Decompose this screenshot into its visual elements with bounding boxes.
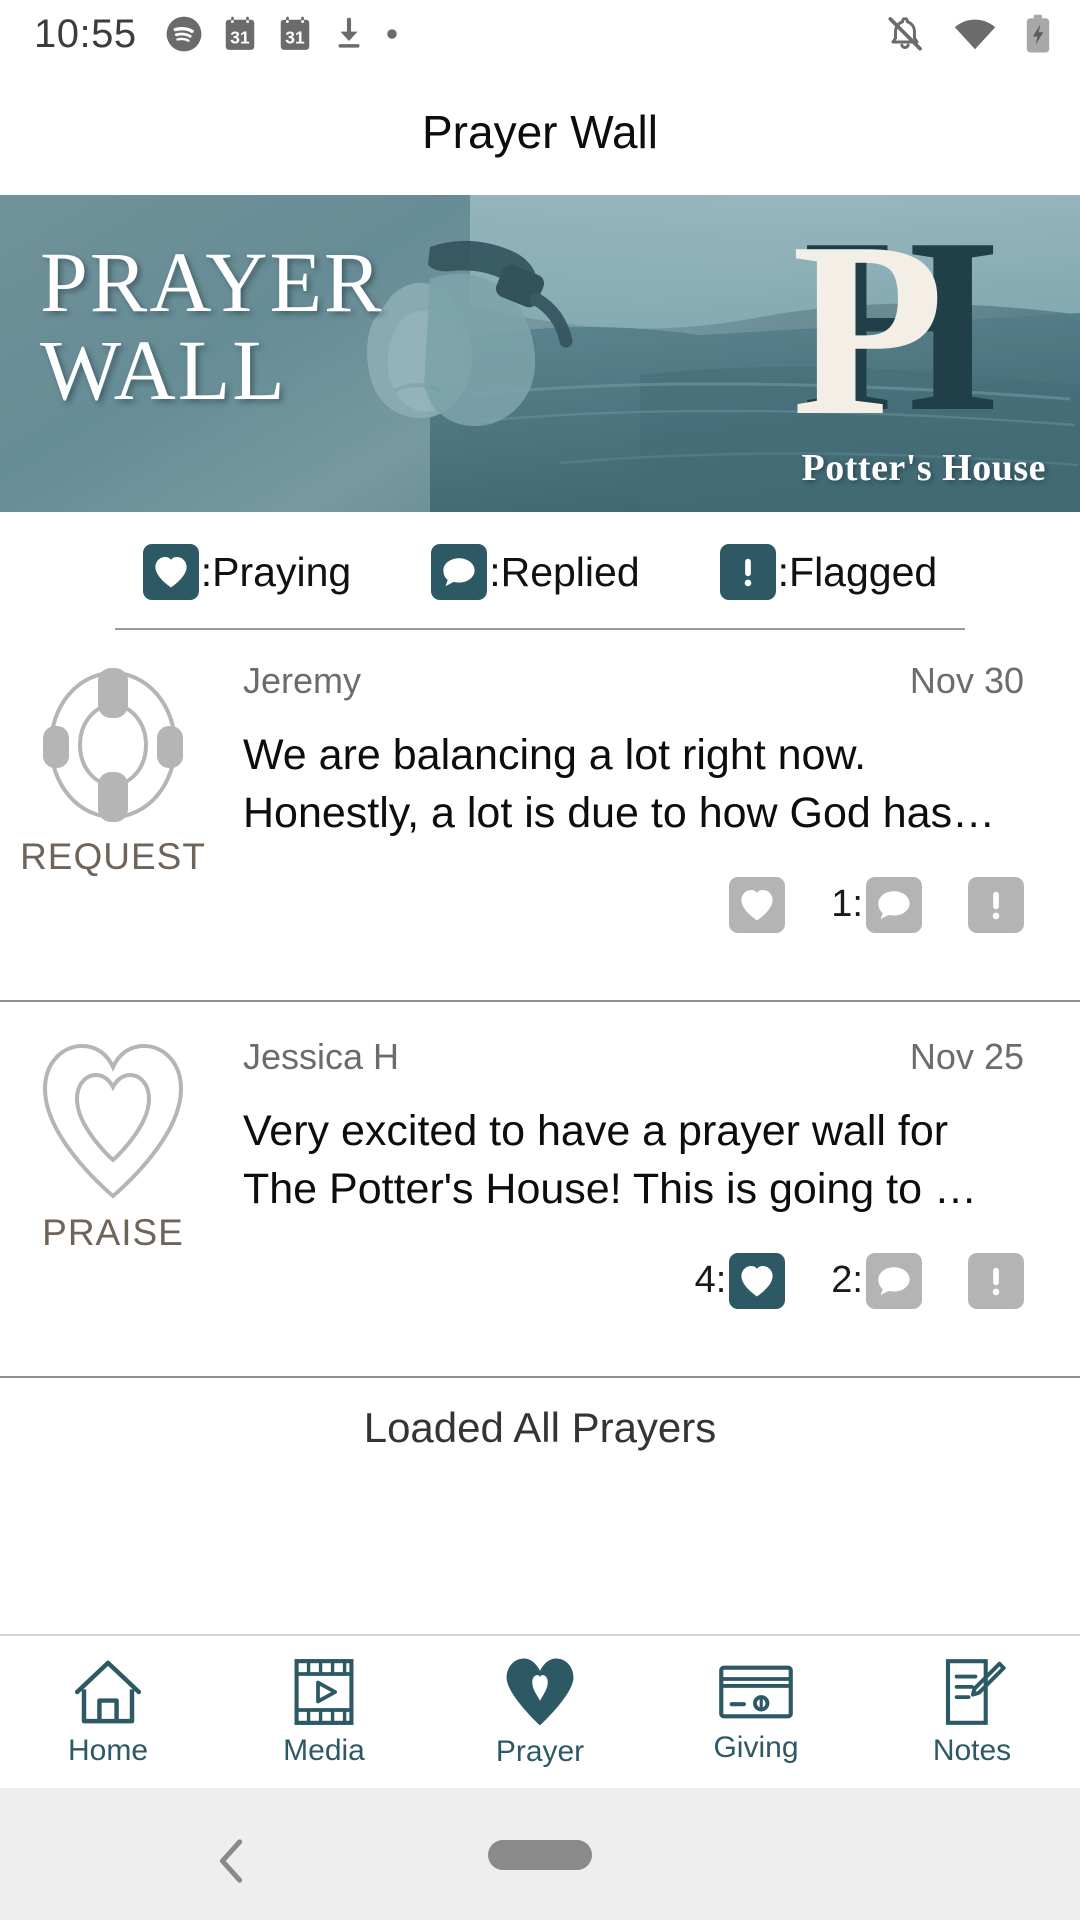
home-pill-handle[interactable] xyxy=(488,1840,592,1870)
reply-action[interactable]: 1: xyxy=(831,876,922,933)
prayer-date: Nov 30 xyxy=(909,660,1024,701)
banner-title-line-1: PRAYER xyxy=(40,234,384,330)
flag-icon xyxy=(719,544,776,600)
tab-notes[interactable]: Notes xyxy=(864,1656,1080,1768)
prayer-type-label: REQUEST xyxy=(20,836,206,877)
prayer-text: Very excited to have a prayer wall for T… xyxy=(243,1107,977,1214)
status-bar-system-icons xyxy=(884,12,1052,56)
page-title: Prayer Wall xyxy=(422,105,658,158)
wifi-icon xyxy=(954,19,996,50)
system-navigation-bar xyxy=(0,1788,1080,1920)
heart-icon[interactable] xyxy=(729,1252,786,1309)
legend-item-replied: :Replied xyxy=(431,544,640,600)
prayer-type-column: REQUEST xyxy=(20,660,205,878)
download-icon xyxy=(338,17,360,48)
status-bar-notification-icons: 31 31 xyxy=(165,15,399,53)
potters-house-logo-icon: H P xyxy=(792,213,998,468)
tab-prayer[interactable]: Prayer xyxy=(432,1655,648,1769)
dot-icon xyxy=(386,29,397,39)
legend-item-praying: :Praying xyxy=(142,544,352,600)
loaded-all-prayers-message: Loaded All Prayers xyxy=(363,1404,717,1451)
tab-media[interactable]: Media xyxy=(216,1656,432,1768)
home-icon xyxy=(74,1660,142,1724)
back-chevron-icon[interactable] xyxy=(212,1838,252,1884)
prayer-author: Jeremy xyxy=(243,660,362,701)
prayer-type-column: PRAISE xyxy=(24,1036,202,1254)
tab-home[interactable]: Home xyxy=(0,1656,216,1768)
spotify-icon xyxy=(166,16,202,52)
credit-card-icon xyxy=(719,1665,793,1719)
prayer-card[interactable]: PRAISE Jessica H Nov 25 Very excited to … xyxy=(0,1036,1080,1354)
pray-action[interactable] xyxy=(726,876,786,933)
legend-item-flagged: :Flagged xyxy=(719,544,938,600)
flag-icon[interactable] xyxy=(968,1252,1024,1309)
banner-title-line-2: WALL xyxy=(40,321,287,418)
prayer-author: Jessica H xyxy=(243,1036,400,1077)
notifications-silenced-icon xyxy=(888,17,922,51)
prayer-actions: 1: xyxy=(243,876,1024,933)
prayer-date: Nov 25 xyxy=(909,1036,1024,1077)
page-title-bar: Prayer Wall xyxy=(0,68,1080,195)
legend-label-flagged: :Flagged xyxy=(777,548,938,595)
tab-label-prayer: Prayer xyxy=(495,1735,585,1768)
card-divider xyxy=(0,1376,1080,1378)
pray-count: 4: xyxy=(694,1259,727,1302)
life-ring-icon xyxy=(43,668,183,822)
prayer-card[interactable]: REQUEST Jeremy Nov 30 We are balancing a… xyxy=(0,660,1080,978)
pray-action[interactable]: 4: xyxy=(694,1252,786,1309)
bottom-tab-bar: Home Media Prayer Giving Notes xyxy=(0,1634,1080,1788)
heart-icon xyxy=(142,544,199,600)
heart-icon xyxy=(506,1658,574,1726)
calendar-icon: 31 xyxy=(225,16,254,50)
media-film-icon xyxy=(294,1659,354,1725)
flag-action[interactable] xyxy=(968,1252,1024,1309)
prayer-wall-banner: PRAYER WALL H P Potter's House xyxy=(0,195,1080,512)
svg-text:P: P xyxy=(792,213,945,468)
tab-label-media: Media xyxy=(283,1734,365,1767)
status-bar-clock: 10:55 xyxy=(34,11,137,56)
prayer-content: Jessica H Nov 25 Very excited to have a … xyxy=(243,1036,1024,1309)
prayer-meta: Jessica H Nov 25 xyxy=(243,1036,1024,1078)
battery-charging-icon xyxy=(1026,14,1050,53)
reply-action[interactable]: 2: xyxy=(831,1252,922,1309)
legend-row: :Praying :Replied :Flagged xyxy=(0,512,1080,632)
banner-title: PRAYER WALL xyxy=(40,238,383,418)
prayer-meta: Jeremy Nov 30 xyxy=(243,660,1024,702)
svg-text:31: 31 xyxy=(285,28,305,48)
calendar-icon: 31 xyxy=(280,16,309,50)
reply-count: 2: xyxy=(831,1259,863,1302)
logo-wordmark: Potter's House xyxy=(801,447,1046,489)
comment-icon[interactable] xyxy=(866,876,922,933)
status-bar: 10:55 31 31 xyxy=(0,0,1080,68)
legend-label-replied: :Replied xyxy=(489,548,640,595)
prayer-type-label: PRAISE xyxy=(42,1212,184,1253)
prayer-actions: 4: 2: xyxy=(243,1252,1024,1309)
comment-icon xyxy=(431,544,488,600)
app-screen: 10:55 31 31 Prayer Wall PRAYER WALL H P … xyxy=(0,0,1080,1920)
flag-icon[interactable] xyxy=(968,876,1024,933)
tab-label-home: Home xyxy=(67,1734,149,1767)
tab-label-notes: Notes xyxy=(932,1734,1012,1767)
card-divider xyxy=(0,1000,1080,1002)
tab-label-giving: Giving xyxy=(713,1731,799,1764)
reply-count: 1: xyxy=(831,883,863,926)
prayer-content: Jeremy Nov 30 We are balancing a lot rig… xyxy=(243,660,1024,933)
comment-icon[interactable] xyxy=(866,1252,922,1309)
heart-icon[interactable] xyxy=(729,876,786,933)
notes-pencil-icon xyxy=(945,1659,1006,1725)
prayer-text: We are balancing a lot right now. Honest… xyxy=(243,731,996,838)
svg-text:31: 31 xyxy=(230,28,250,48)
flag-action[interactable] xyxy=(968,876,1024,933)
double-heart-icon xyxy=(42,1043,184,1199)
tab-giving[interactable]: Giving xyxy=(648,1659,864,1765)
legend-divider xyxy=(115,628,965,630)
legend-label-praying: :Praying xyxy=(200,548,352,595)
